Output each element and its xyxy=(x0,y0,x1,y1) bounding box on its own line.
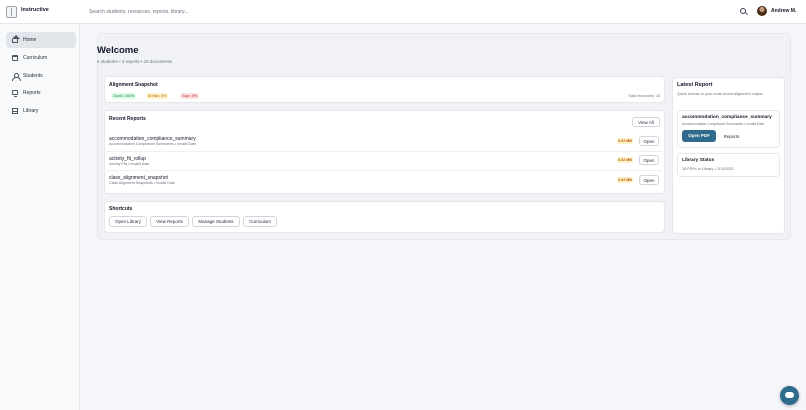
file-size-badge: 0.02 MB xyxy=(617,138,633,144)
search-input[interactable]: Search students, resources, reports, lib… xyxy=(89,9,188,15)
user-name[interactable]: Andrew M. xyxy=(771,8,796,14)
sidebar-item-label: Students xyxy=(23,73,43,79)
monitor-icon xyxy=(12,90,18,97)
recent-reports-title: Recent Reports xyxy=(109,116,146,122)
calendar-icon xyxy=(12,55,18,61)
sidebar-item-label: Home xyxy=(23,37,37,43)
library-icon xyxy=(12,108,18,114)
page-subtitle: 6 students • 3 reports • 18 documents xyxy=(97,59,172,64)
open-report-button[interactable]: Open xyxy=(639,155,659,165)
home-icon xyxy=(12,35,20,43)
open-report-button[interactable]: Open xyxy=(639,175,659,185)
user-icon xyxy=(12,73,21,81)
search-icon[interactable] xyxy=(740,8,746,14)
sidebar-item-library[interactable]: Library xyxy=(6,103,76,119)
sidebar-item-label: Curriculum xyxy=(23,55,48,61)
sidebar-item-label: Reports xyxy=(23,90,41,96)
reports-button[interactable]: Reports xyxy=(718,131,745,142)
divider xyxy=(106,151,662,152)
library-status-meta: 18 PDFs in Library • 11/3/2025 xyxy=(682,167,734,171)
report-meta: Accommodation Compliance Summaries • Inv… xyxy=(109,142,197,146)
status-badge-at-risk: At risk • 0% xyxy=(146,93,169,99)
search-bar[interactable]: Search students, resources, reports, lib… xyxy=(86,5,750,19)
sidebar-item-students[interactable]: Students xyxy=(6,68,76,84)
chat-button[interactable] xyxy=(780,386,799,405)
report-meta: Class Alignment Snapshots • Invalid Date xyxy=(109,181,175,185)
curriculum-button[interactable]: Curriculum xyxy=(243,216,277,227)
sidebar-item-curriculum[interactable]: Curriculum xyxy=(6,50,76,66)
status-badge-gap: Gap • 0% xyxy=(180,93,200,99)
latest-report-name: accommodation_compliance_summary xyxy=(682,115,772,120)
status-badge-good: Good • 100% xyxy=(111,93,137,99)
sidebar-item-reports[interactable]: Reports xyxy=(6,85,76,101)
open-library-button[interactable]: Open Library xyxy=(109,216,147,227)
latest-report-title: Latest Report xyxy=(677,82,713,88)
open-report-button[interactable]: Open xyxy=(639,136,659,146)
library-status-title: Library Status xyxy=(682,158,715,163)
total-resources: Total resources: 15 xyxy=(628,94,661,98)
avatar[interactable] xyxy=(757,6,767,16)
alignment-title: Alignment Snapshot xyxy=(109,82,158,88)
manage-students-button[interactable]: Manage Students xyxy=(192,216,240,227)
view-reports-button[interactable]: View Reports xyxy=(150,216,189,227)
latest-report-subtitle: Quick access to your most recent alignme… xyxy=(677,92,764,96)
latest-report-meta: Accommodation Compliance Summaries • Inv… xyxy=(682,122,765,126)
brand-name: Instructive xyxy=(21,7,49,13)
logo-icon[interactable] xyxy=(6,6,17,18)
view-all-button[interactable]: View All xyxy=(632,117,660,127)
shortcuts-title: Shortcuts xyxy=(109,206,133,212)
library-status-card xyxy=(677,153,780,177)
sidebar-item-label: Library xyxy=(23,108,39,114)
file-size-badge: 0.02 MB xyxy=(617,157,633,163)
page-title: Welcome xyxy=(97,45,139,56)
divider xyxy=(106,170,662,171)
recent-reports-card xyxy=(104,110,665,194)
file-size-badge: 0.02 MB xyxy=(617,177,633,183)
top-bar: Instructive Search students, resources, … xyxy=(0,0,806,24)
sidebar-item-home[interactable]: Home xyxy=(6,32,76,48)
open-pdf-button[interactable]: Open PDF xyxy=(682,130,716,142)
report-meta: Activity Fits • Invalid Date xyxy=(109,162,150,166)
sidebar: Home Curriculum Students Reports Library xyxy=(0,24,80,410)
